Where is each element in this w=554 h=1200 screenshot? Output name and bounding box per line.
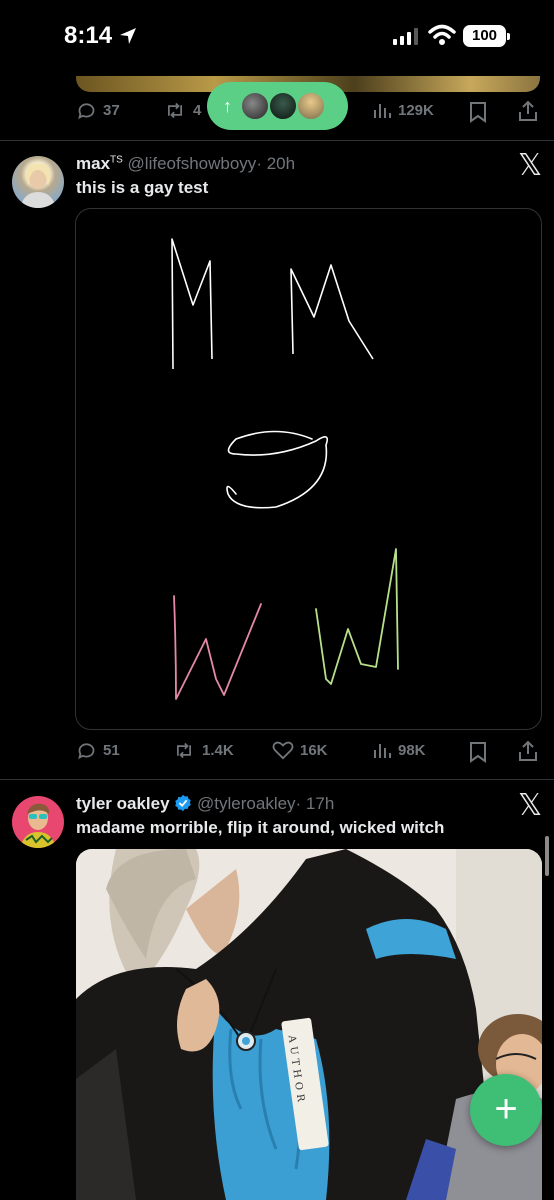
share-icon[interactable] xyxy=(517,740,539,762)
new-post-avatar-3 xyxy=(296,91,326,121)
x-logo-icon: 𝕏 xyxy=(518,788,543,823)
verified-badge-icon xyxy=(175,794,192,812)
bookmark-icon[interactable] xyxy=(469,741,487,763)
views-icon xyxy=(374,744,391,758)
post1-actions: 51 1.4K 16K 98K xyxy=(0,736,554,766)
views-button[interactable]: 98K xyxy=(372,740,426,760)
scrollbar[interactable] xyxy=(545,836,549,876)
arrow-up-icon: ↑ xyxy=(223,95,232,116)
avatar[interactable] xyxy=(12,156,64,208)
like-button[interactable]: 16K xyxy=(272,740,328,760)
like-count: 16K xyxy=(300,741,328,759)
author-handle[interactable]: @lifeofshowboyy xyxy=(128,154,257,173)
cell-signal-icon xyxy=(393,27,418,45)
location-arrow-icon xyxy=(120,28,137,44)
repost-button[interactable]: 1.4K xyxy=(172,740,234,761)
video-frame: AUTHOR xyxy=(76,849,542,1200)
repost-count: 1.4K xyxy=(202,742,234,759)
post-time: · 20h xyxy=(256,154,296,173)
plus-icon: + xyxy=(494,1087,518,1131)
stroke-w1 xyxy=(173,595,262,700)
battery-icon: 100 xyxy=(463,25,510,47)
author-handle[interactable]: @tyleroakley xyxy=(197,794,296,813)
post1-media-drawing[interactable] xyxy=(75,208,542,730)
reply-button[interactable]: 51 xyxy=(76,740,120,761)
stroke-w2 xyxy=(315,548,399,685)
new-posts-pill[interactable]: ↑ xyxy=(207,82,348,130)
views-icon xyxy=(374,104,391,118)
repost-icon xyxy=(177,742,191,759)
reply-icon xyxy=(78,743,95,760)
stroke-m1 xyxy=(171,238,213,370)
share-icon[interactable] xyxy=(517,100,539,122)
drawing-canvas xyxy=(171,238,399,700)
reply-button[interactable]: 37 xyxy=(76,100,120,121)
views-count: 98K xyxy=(398,741,426,759)
repost-icon xyxy=(168,102,182,119)
repost-button[interactable]: 4 xyxy=(163,100,201,121)
author-name-suffix: TS xyxy=(110,154,123,166)
views-button[interactable]: 129K xyxy=(372,100,434,120)
x-logo-icon: 𝕏 xyxy=(518,148,543,183)
author-name: max xyxy=(76,154,111,173)
heart-icon xyxy=(272,741,294,760)
status-time: 8:14 xyxy=(64,22,113,49)
status-bar: 8:14 100 xyxy=(0,0,554,76)
reply-count: 37 xyxy=(103,102,120,119)
reply-count: 51 xyxy=(103,742,120,759)
stroke-swirl xyxy=(226,430,329,509)
post1-author[interactable]: maxTS @lifeofshowboyy· 20h xyxy=(76,154,295,174)
avatar[interactable] xyxy=(12,796,64,848)
divider xyxy=(0,779,554,780)
post2-video[interactable]: AUTHOR xyxy=(76,849,542,1200)
post2-text: madame morrible, flip it around, wicked … xyxy=(76,818,445,837)
post1-text: this is a gay test xyxy=(76,178,209,197)
post2-author[interactable]: tyler oakley @tyleroakley· 17h xyxy=(76,794,334,814)
status-time-group: 8:14 xyxy=(64,22,138,50)
stroke-m2 xyxy=(290,264,374,360)
bookmark-icon[interactable] xyxy=(469,101,487,123)
post-time: · 17h xyxy=(295,794,335,813)
new-post-avatar-1 xyxy=(240,91,270,121)
compose-post-button[interactable]: + xyxy=(470,1074,542,1146)
avatar-figure xyxy=(20,803,56,848)
divider xyxy=(0,140,554,141)
wifi-icon xyxy=(428,24,456,45)
new-post-avatar-2 xyxy=(268,91,298,121)
reply-icon xyxy=(78,103,95,120)
views-count: 129K xyxy=(398,101,434,119)
author-name: tyler oakley xyxy=(76,794,170,813)
avatar-figure xyxy=(20,163,56,208)
repost-count: 4 xyxy=(193,102,202,119)
